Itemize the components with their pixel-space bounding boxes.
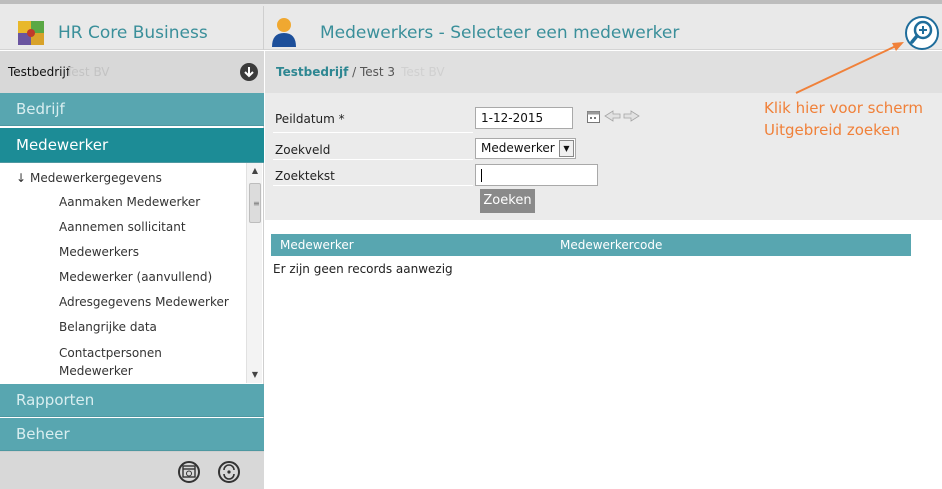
text-cursor (481, 169, 482, 182)
scroll-down-arrow-icon[interactable]: ▼ (247, 367, 263, 383)
peildatum-label: Peildatum * (275, 112, 345, 126)
form-divider (273, 185, 473, 186)
form-divider (273, 159, 473, 160)
tree-scrollbar[interactable]: ▲ ≡ ▼ (246, 163, 262, 383)
tree-item-aannemen-sollicitant[interactable]: Aannemen sollicitant (59, 220, 186, 234)
breadcrumb-ghost-text: Test BV (401, 65, 445, 79)
section-medewerker[interactable]: Medewerker (0, 128, 264, 163)
tree-item-medewerkers[interactable]: Medewerkers (59, 245, 139, 259)
company-selector: Testbedrijf Test BV (0, 51, 264, 93)
breadcrumb-page: Test 3 (359, 65, 396, 79)
column-header-medewerkercode[interactable]: Medewerkercode (560, 238, 662, 252)
app-header: HR Core Business Medewerkers - Selecteer… (0, 0, 942, 50)
scroll-up-arrow-icon[interactable]: ▲ (247, 163, 263, 179)
collapse-arrow-icon: ↓ (16, 171, 27, 185)
calendar-clock-button[interactable] (178, 461, 200, 483)
zoektekst-label: Zoektekst (275, 169, 335, 183)
tree-item-aanmaken-medewerker[interactable]: Aanmaken Medewerker (59, 195, 200, 209)
tree-group-medewerkergegevens[interactable]: ↓ Medewerkergegevens (16, 171, 162, 185)
sidebar-footer (0, 451, 264, 489)
table-header: Medewerker Medewerkercode (271, 234, 911, 256)
app-title: HR Core Business (58, 23, 208, 43)
tree-item-medewerker[interactable]: Medewerker (59, 364, 133, 378)
section-rapporten[interactable]: Rapporten (0, 384, 264, 417)
tree-group-label: Medewerkergegevens (30, 171, 162, 185)
company-dropdown-button[interactable] (240, 63, 258, 81)
empty-results-message: Er zijn geen records aanwezig (273, 262, 453, 276)
form-divider (273, 132, 473, 133)
zoektekst-input[interactable] (475, 164, 598, 186)
zoekveld-selected-value: Medewerker (481, 141, 555, 155)
company-name: Testbedrijf (8, 65, 71, 79)
results-table: Medewerker Medewerkercode Er zijn geen r… (271, 234, 911, 276)
dropdown-arrow-icon[interactable]: ▼ (559, 140, 574, 157)
navigation-tree: ↓ Medewerkergegevens Aanmaken Medewerker … (0, 163, 264, 384)
tree-item-contactpersonen[interactable]: Contactpersonen (59, 346, 162, 360)
advanced-search-button[interactable] (905, 16, 939, 50)
company-ghost-text: Test BV (66, 65, 110, 79)
header-divider (263, 6, 264, 50)
refresh-people-button[interactable] (218, 461, 240, 483)
page-title: Medewerkers - Selecteer een medewerker (320, 23, 680, 43)
arrow-down-icon (244, 67, 254, 78)
zoekveld-label: Zoekveld (275, 143, 331, 157)
annotation-callout: Klik hier voor scherm Uitgebreid zoeken (764, 97, 923, 141)
breadcrumb-separator: / (348, 65, 360, 79)
user-icon (272, 18, 296, 47)
magnifier-plus-icon (910, 20, 933, 44)
breadcrumb-bar: Testbedrijf / Test 3 Test BV (265, 51, 942, 93)
annotation-line-2: Uitgebreid zoeken (764, 121, 900, 139)
section-beheer[interactable]: Beheer (0, 418, 264, 451)
scrollbar-thumb[interactable]: ≡ (249, 183, 261, 223)
breadcrumb: Testbedrijf / Test 3 Test BV (276, 65, 445, 79)
tree-item-adresgegevens[interactable]: Adresgegevens Medewerker (59, 295, 229, 309)
breadcrumb-company[interactable]: Testbedrijf (276, 65, 348, 79)
refresh-people-icon (223, 464, 235, 480)
peildatum-input[interactable] (475, 107, 573, 129)
app-logo-icon (18, 21, 44, 45)
calendar-icon[interactable] (587, 110, 600, 123)
tree-item-medewerker-aanvullend[interactable]: Medewerker (aanvullend) (59, 270, 212, 284)
zoekveld-select[interactable]: Medewerker ▼ (475, 138, 576, 159)
sidebar: Testbedrijf Test BV Bedrijf Medewerker ↓… (0, 51, 264, 489)
zoeken-button[interactable]: Zoeken (480, 189, 535, 213)
column-header-medewerker[interactable]: Medewerker (280, 238, 354, 252)
annotation-line-1: Klik hier voor scherm (764, 99, 923, 117)
grip-icon: ≡ (253, 199, 260, 208)
header-top-line (0, 0, 942, 4)
date-arrows-icon[interactable] (603, 109, 641, 123)
calendar-clock-icon (182, 465, 196, 478)
tree-item-belangrijke-data[interactable]: Belangrijke data (59, 320, 157, 334)
section-bedrijf[interactable]: Bedrijf (0, 93, 264, 126)
